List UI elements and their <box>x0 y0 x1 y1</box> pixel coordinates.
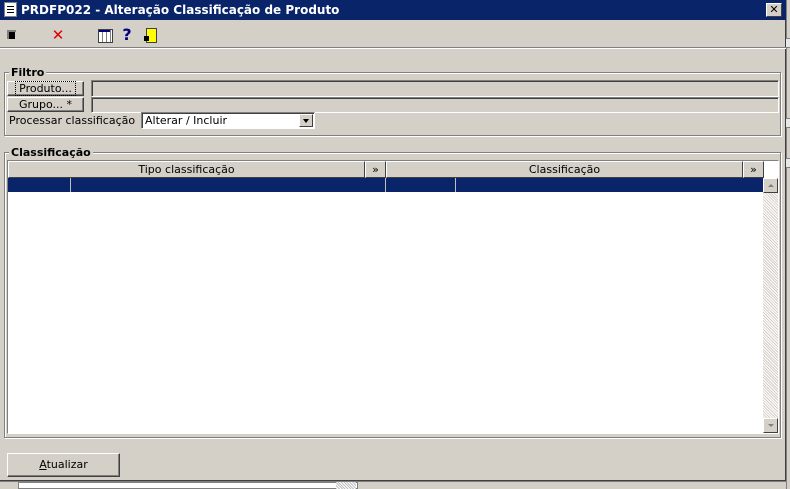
scroll-down-arrow-icon[interactable] <box>763 418 778 433</box>
tipo-classificacao-expand-button[interactable]: » <box>365 161 386 178</box>
classificacao-grid[interactable]: Tipo classificação » Classificação » <box>7 160 779 434</box>
background-window-scroll <box>336 482 356 489</box>
produto-button-label: Produto... <box>15 81 76 96</box>
background-window-marker <box>786 158 790 168</box>
produto-field[interactable] <box>91 80 779 97</box>
select-arrow-icon[interactable] <box>4 26 22 44</box>
table-cell[interactable] <box>386 178 456 192</box>
processar-selected-value: Alterar / Incluir <box>145 114 228 127</box>
background-window-field <box>18 482 358 489</box>
filtro-title: Filtro <box>9 66 47 79</box>
produto-button[interactable]: Produto... <box>7 81 84 96</box>
grupo-button[interactable]: Grupo... * <box>7 97 84 112</box>
processar-classificacao-select[interactable]: Alterar / Incluir <box>141 112 315 129</box>
main-window: PRDFP022 - Alteração Classificação de Pr… <box>0 0 786 481</box>
table-row[interactable] <box>8 178 764 192</box>
exit-door-icon[interactable] <box>141 26 159 44</box>
atualizar-label: tualizar <box>46 458 88 471</box>
scroll-up-arrow-icon[interactable] <box>763 178 778 193</box>
chevron-down-icon[interactable] <box>299 114 313 127</box>
table-cell[interactable] <box>8 178 71 192</box>
column-header-tipo-classificacao[interactable]: Tipo classificação <box>8 161 365 178</box>
atualizar-button[interactable]: Atualizar <box>7 453 120 477</box>
grid-vertical-scrollbar[interactable] <box>763 178 778 433</box>
atualizar-accelerator: A <box>39 458 47 471</box>
toolbar: ✕ ? <box>0 22 786 49</box>
calendar-grid-icon[interactable] <box>96 26 114 44</box>
background-window-marker <box>786 118 790 128</box>
column-header-classificacao[interactable]: Classificação <box>386 161 743 178</box>
classificacao-expand-button[interactable]: » <box>743 161 764 178</box>
table-cell[interactable] <box>456 178 764 192</box>
background-window-marker <box>786 38 790 48</box>
table-cell[interactable] <box>71 178 386 192</box>
cancel-icon[interactable]: ✕ <box>49 26 67 44</box>
window-document-icon <box>4 2 17 17</box>
window-close-button[interactable]: ✕ <box>766 3 782 17</box>
window-title: PRDFP022 - Alteração Classificação de Pr… <box>21 3 340 17</box>
background-window-edge <box>786 0 790 489</box>
processar-classificacao-label: Processar classificação <box>9 114 136 127</box>
title-bar[interactable]: PRDFP022 - Alteração Classificação de Pr… <box>0 0 786 20</box>
grupo-field[interactable] <box>91 97 779 113</box>
classificacao-title: Classificação <box>9 146 93 159</box>
help-icon[interactable]: ? <box>118 26 136 44</box>
